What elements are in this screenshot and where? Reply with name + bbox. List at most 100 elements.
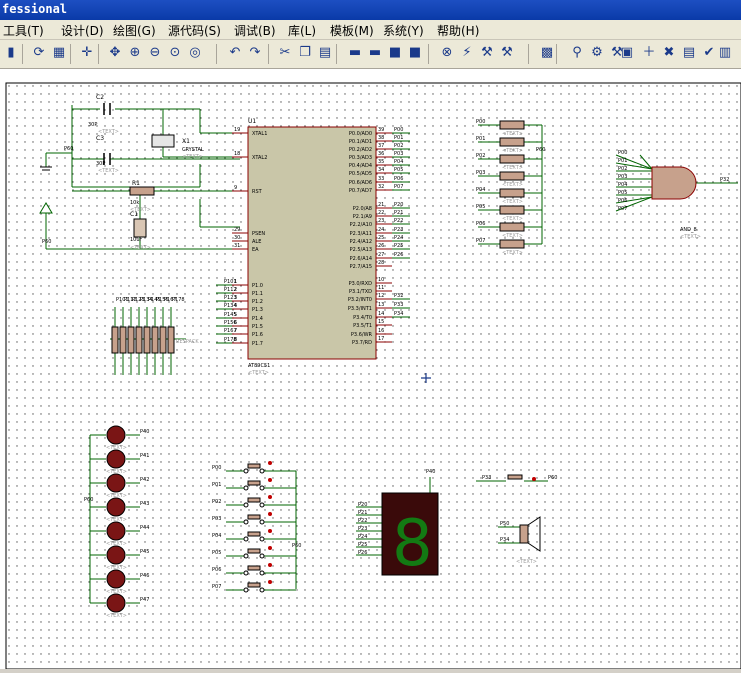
- net-label: P00: [476, 119, 485, 125]
- block-delete-icon[interactable]: ■: [406, 44, 424, 62]
- menu-item-7[interactable]: 系统(Y): [383, 22, 424, 39]
- resistor: [499, 154, 525, 164]
- net-label: P02: [618, 166, 627, 172]
- net-label: P07: [212, 584, 221, 590]
- r1-value: 10k: [130, 200, 139, 206]
- copy-icon[interactable]: ❐: [296, 44, 314, 62]
- led: [106, 569, 126, 589]
- text-placeholder: <TEXT>: [502, 233, 523, 239]
- net-label: P06: [618, 198, 627, 204]
- zoom-out-icon[interactable]: ⊖: [146, 44, 164, 62]
- netlist-icon[interactable]: ▣: [618, 44, 636, 62]
- led: [106, 449, 126, 469]
- resistor: [499, 120, 525, 130]
- menu-item-5[interactable]: 库(L): [288, 22, 316, 39]
- led: [106, 473, 126, 493]
- switch-indicator: [268, 461, 272, 465]
- pin-name: P3.7/RD: [352, 340, 372, 346]
- u1-ref: U1: [248, 118, 256, 125]
- net-label: P40: [426, 469, 435, 475]
- undo-icon[interactable]: ↶: [226, 44, 244, 62]
- net-label: P07: [618, 206, 627, 212]
- net-label: P04: [618, 182, 627, 188]
- delete-sheet-icon[interactable]: ✖: [660, 44, 678, 62]
- paste-icon[interactable]: ▤: [316, 44, 334, 62]
- block-copy-icon[interactable]: ▬: [346, 44, 364, 62]
- window-titlebar: fessional: [0, 0, 741, 20]
- bom-icon[interactable]: ▤: [680, 44, 698, 62]
- pin-name: P1.5: [252, 324, 263, 330]
- pin-number: 14: [378, 311, 384, 317]
- switch-indicator: [268, 546, 272, 550]
- cut-icon[interactable]: ✂: [276, 44, 294, 62]
- origin-icon[interactable]: ✛: [78, 44, 96, 62]
- schematic-drawing[interactable]: 8 C230P<TEXT>X1CRYSTAL<TEXT>C330P<TEXT>P…: [0, 69, 741, 670]
- pin-name: P0.5/AD5: [349, 171, 372, 177]
- export-icon[interactable]: ▥: [716, 44, 734, 62]
- switch-indicator: [268, 563, 272, 567]
- net-label: P03: [394, 151, 403, 157]
- pick-device-icon[interactable]: ⊗: [438, 44, 456, 62]
- packaging-icon[interactable]: ⚒: [478, 44, 496, 62]
- grid-icon[interactable]: ▦: [50, 44, 68, 62]
- menu-item-0[interactable]: 工具(T): [3, 22, 44, 39]
- net-label: P50: [500, 521, 509, 527]
- switch-actuator: [247, 582, 261, 588]
- net-label: P45: [140, 549, 149, 555]
- zoom-all-icon[interactable]: ⊙: [166, 44, 184, 62]
- pin-number: 27: [378, 252, 384, 258]
- text-placeholder: <TEXT>: [182, 154, 203, 160]
- pin-name: P2.3/A11: [350, 231, 372, 237]
- pin-name: P1.6: [252, 332, 263, 338]
- make-device-icon[interactable]: ⚡: [458, 44, 476, 62]
- pin-number: 13: [378, 302, 384, 308]
- pin-name: P3.2/INT0: [348, 297, 372, 303]
- net-label: P112: [224, 287, 237, 293]
- menu-item-4[interactable]: 调试(B): [234, 22, 276, 39]
- text-placeholder: <TEXT>: [106, 493, 127, 499]
- text-placeholder: <TEXT>: [502, 131, 523, 137]
- net-label: P07: [476, 238, 485, 244]
- schematic-canvas[interactable]: 8 C2 30P <TEXT> X1 CRYSTAL <TEXT> C3 30P <TEXT> P…: [0, 69, 741, 670]
- pin-number: 9: [234, 185, 237, 191]
- pin-name: P1.7: [252, 341, 263, 347]
- text-placeholder: <TEXT>: [502, 148, 523, 154]
- pin-number: 32: [378, 184, 384, 190]
- menu-item-6[interactable]: 模板(M): [330, 22, 374, 39]
- resistor-pack: [151, 326, 159, 354]
- block-move-icon[interactable]: ▬: [366, 44, 384, 62]
- property-tool-icon[interactable]: ⚙: [588, 44, 606, 62]
- toolbar-separator: [428, 44, 429, 64]
- led: [106, 593, 126, 613]
- net-label: P25: [358, 542, 367, 548]
- pin-name: P2.1/A9: [353, 214, 372, 220]
- menu-item-1[interactable]: 设计(D): [61, 22, 104, 39]
- pin-number: 37: [378, 143, 384, 149]
- net-label: P20: [358, 502, 367, 508]
- search-icon[interactable]: ⚲: [568, 44, 586, 62]
- new-sheet-icon[interactable]: ＋: [640, 44, 658, 62]
- page-icon[interactable]: ▮: [2, 44, 20, 62]
- pin-number: 17: [378, 336, 384, 342]
- net-p60-vert: P60: [42, 239, 51, 245]
- redo-icon[interactable]: ↷: [246, 44, 264, 62]
- menu-item-2[interactable]: 绘图(G): [113, 22, 156, 39]
- wire-autorouter-icon[interactable]: ▩: [538, 44, 556, 62]
- menu-item-3[interactable]: 源代码(S): [168, 22, 221, 39]
- net-label: P24: [358, 534, 367, 540]
- pan-icon[interactable]: ✥: [106, 44, 124, 62]
- net-label: P34: [500, 537, 509, 543]
- zoom-in-icon[interactable]: ⊕: [126, 44, 144, 62]
- switch-indicator: [268, 512, 272, 516]
- text-placeholder: <TEXT>: [248, 370, 269, 376]
- net-label: P134: [224, 303, 237, 309]
- pin-number: 18: [234, 151, 240, 157]
- pin-name: P1.0: [252, 283, 263, 289]
- block-rotate-icon[interactable]: ■: [386, 44, 404, 62]
- decompose-icon[interactable]: ⚒: [498, 44, 516, 62]
- refresh-icon[interactable]: ⟳: [30, 44, 48, 62]
- zoom-area-icon[interactable]: ◎: [186, 44, 204, 62]
- menu-item-8[interactable]: 帮助(H): [437, 22, 479, 39]
- resistor-pack: [127, 326, 135, 354]
- net-label: P145: [224, 312, 237, 318]
